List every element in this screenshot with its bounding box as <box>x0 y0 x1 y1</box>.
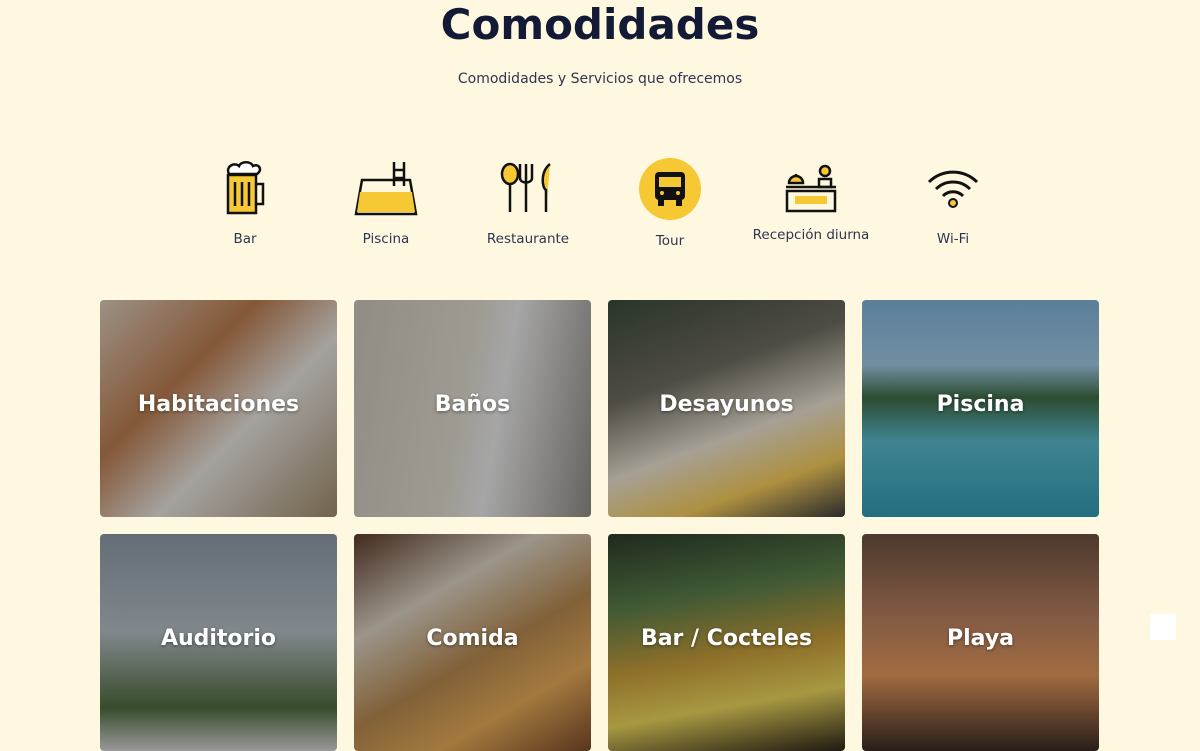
card-playa[interactable]: Playa <box>862 534 1099 751</box>
page-title: Comodidades <box>440 0 760 49</box>
card-habitaciones[interactable]: Habitaciones <box>100 300 337 517</box>
cutlery-icon <box>493 155 563 221</box>
card-banos[interactable]: Baños <box>354 300 591 517</box>
page-subtitle: Comodidades y Servicios que ofrecemos <box>457 71 743 87</box>
card-auditorio[interactable]: Auditorio <box>100 534 337 751</box>
beer-mug-icon <box>210 155 280 221</box>
card-comida[interactable]: Comida <box>354 534 591 751</box>
card-label: Habitaciones <box>137 392 300 417</box>
amenity-label: Bar <box>233 231 257 247</box>
card-label: Auditorio <box>160 626 277 651</box>
amenity-label: Recepción diurna <box>752 227 870 243</box>
card-label: Comida <box>426 626 519 651</box>
reception-desk-icon <box>776 155 846 221</box>
pool-icon <box>351 155 421 221</box>
amenity-label: Wi-Fi <box>936 231 970 247</box>
card-label: Desayunos <box>659 392 794 417</box>
card-bar-cocteles[interactable]: Bar / Cocteles <box>608 534 845 751</box>
amenity-reception[interactable]: Recepción diurna <box>741 155 881 243</box>
wifi-icon <box>918 155 988 221</box>
amenity-wifi[interactable]: Wi-Fi <box>883 155 1023 247</box>
card-desayunos[interactable]: Desayunos <box>608 300 845 517</box>
amenity-label: Tour <box>655 233 685 249</box>
scroll-to-top-button[interactable] <box>1150 614 1176 640</box>
card-label: Baños <box>434 392 511 417</box>
amenities-row: Bar Piscina Restaurante Tour Recepción d… <box>0 155 1200 255</box>
card-label: Bar / Cocteles <box>640 626 813 651</box>
card-piscina[interactable]: Piscina <box>862 300 1099 517</box>
amenity-pool[interactable]: Piscina <box>316 155 456 247</box>
amenity-tour[interactable]: Tour <box>600 155 740 249</box>
card-label: Playa <box>946 626 1015 651</box>
amenity-label: Restaurante <box>486 231 570 247</box>
bus-icon <box>639 158 701 220</box>
card-label: Piscina <box>936 392 1025 417</box>
amenity-bar[interactable]: Bar <box>175 155 315 247</box>
amenity-label: Piscina <box>362 231 410 247</box>
amenity-restaurant[interactable]: Restaurante <box>458 155 598 247</box>
